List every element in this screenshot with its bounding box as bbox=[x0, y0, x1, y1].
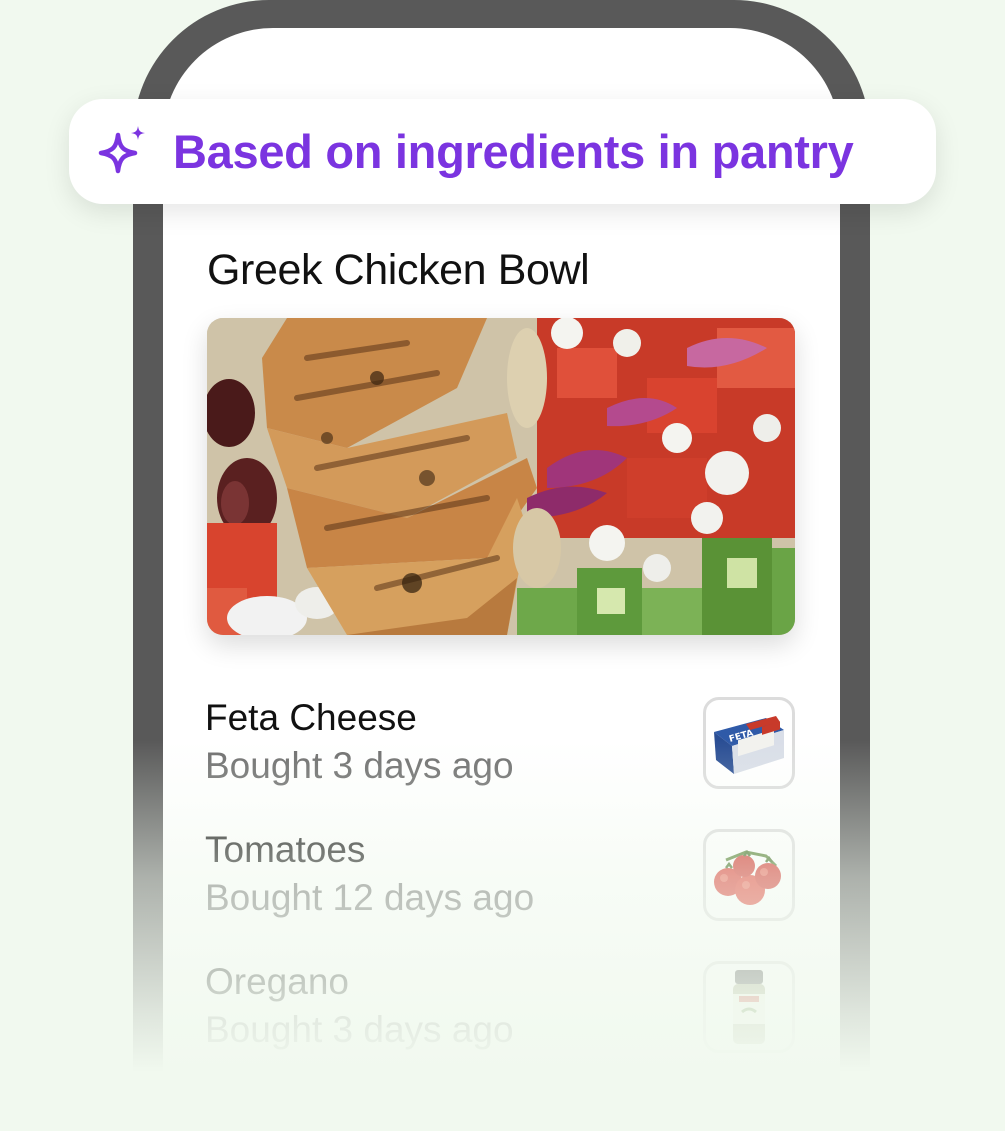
greek-chicken-bowl-photo bbox=[207, 318, 795, 635]
ingredient-name: Oregano bbox=[205, 961, 349, 1002]
ingredient-bought-date: Bought 12 days ago bbox=[205, 877, 535, 918]
pantry-badge: Based on ingredients in pantry bbox=[69, 99, 936, 204]
ingredient-row[interactable]: Oregano Bought 3 days ago bbox=[205, 961, 795, 1057]
ingredient-row[interactable]: Feta Cheese Bought 3 days ago FETA bbox=[205, 697, 795, 793]
ingredient-name: Feta Cheese bbox=[205, 697, 417, 738]
badge-text: Based on ingredients in pantry bbox=[173, 125, 854, 178]
ingredient-name: Tomatoes bbox=[205, 829, 366, 870]
recipe-photo[interactable] bbox=[207, 318, 795, 635]
oregano-jar-icon bbox=[703, 961, 795, 1053]
ingredient-bought-date: Bought 3 days ago bbox=[205, 745, 514, 786]
sparkle-icon bbox=[93, 123, 151, 181]
ingredient-row[interactable]: Tomatoes Bought 12 days ago bbox=[205, 829, 795, 925]
ingredient-bought-date: Bought 3 days ago bbox=[205, 1009, 514, 1050]
recipe-title: Greek Chicken Bowl bbox=[207, 246, 590, 294]
tomato-vine-icon bbox=[703, 829, 795, 921]
feta-package-icon: FETA bbox=[703, 697, 795, 789]
